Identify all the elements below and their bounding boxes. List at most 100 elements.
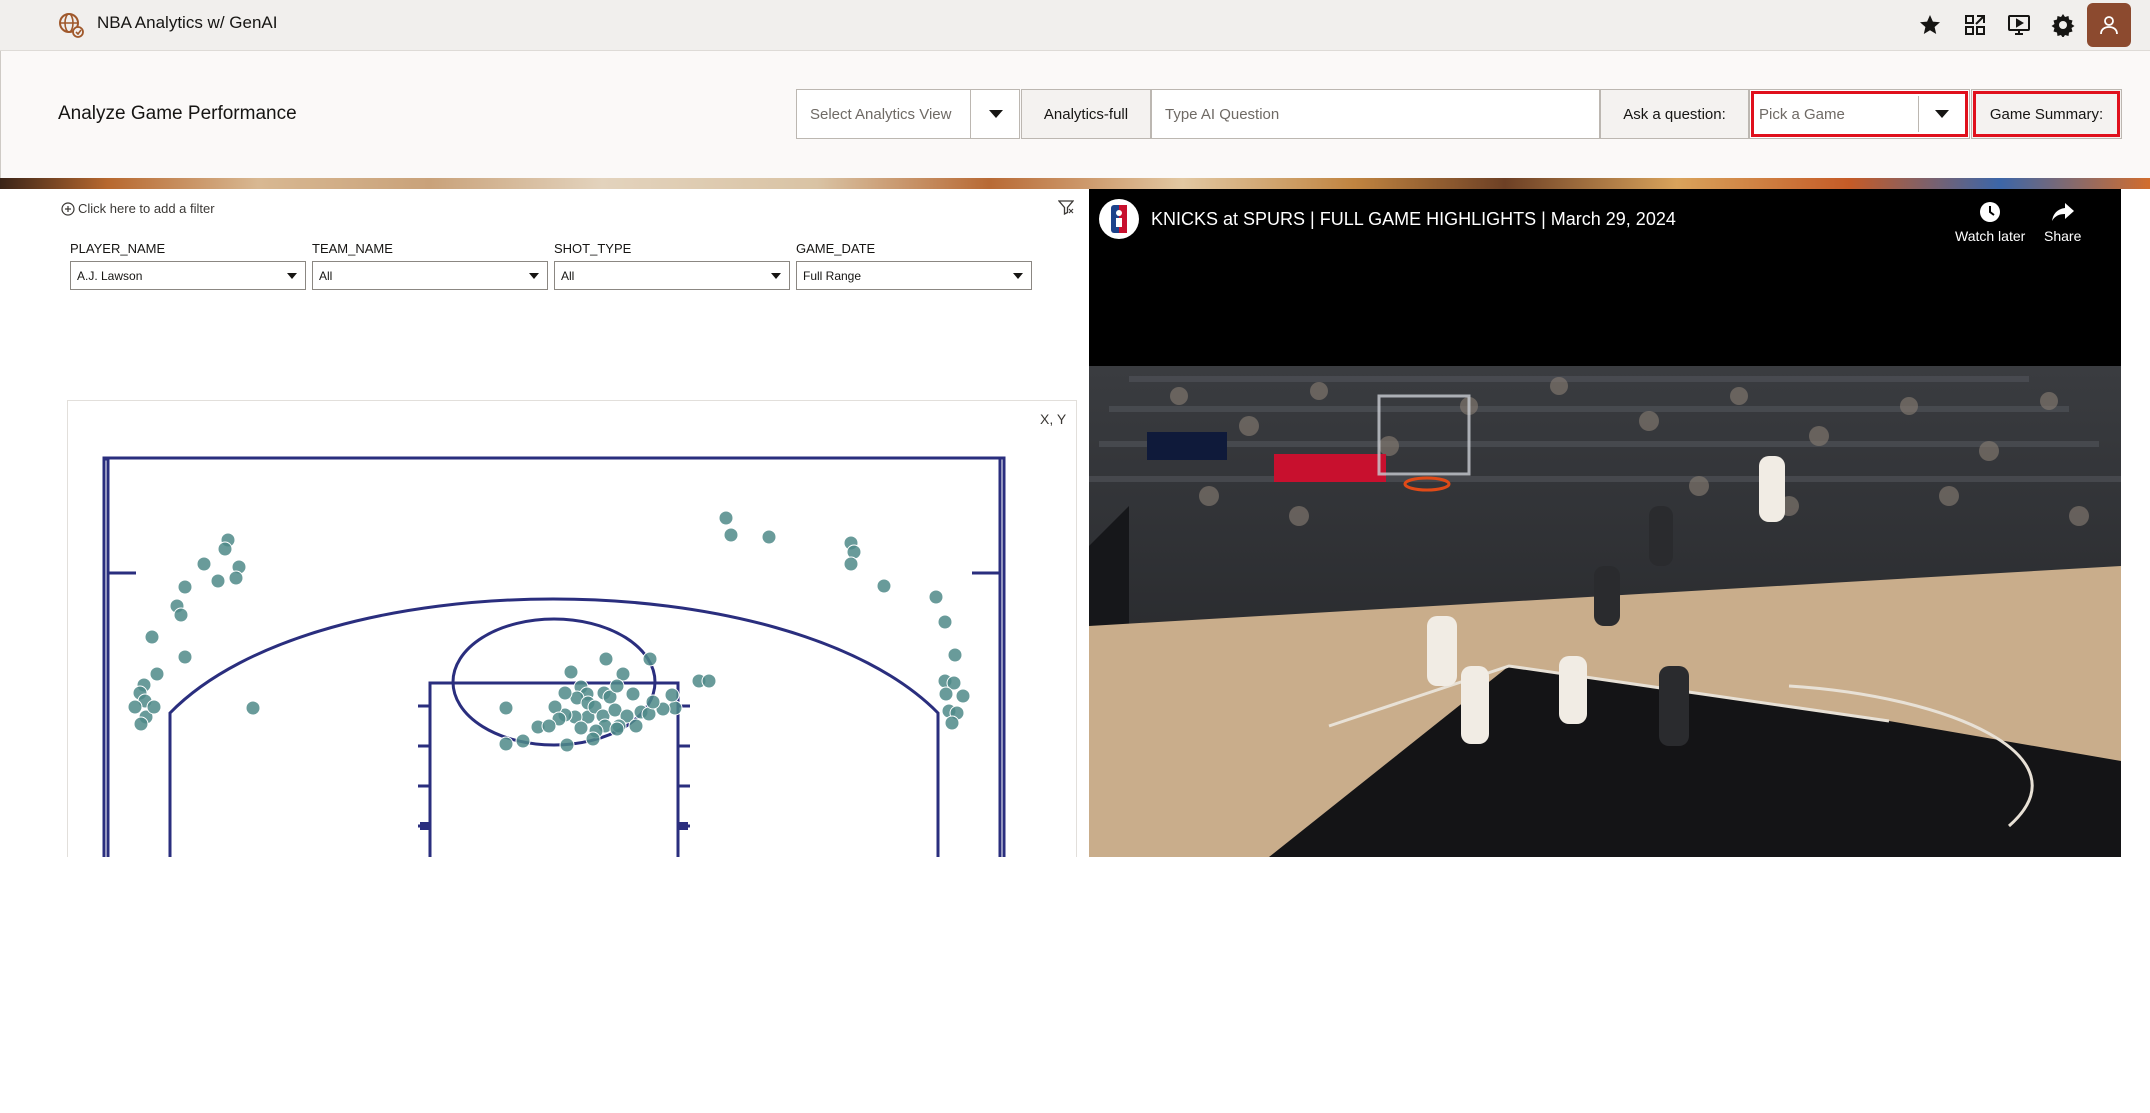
analytics-view-placeholder: Select Analytics View (810, 105, 952, 123)
analytics-view-select[interactable]: Select Analytics View (796, 89, 1020, 139)
user-avatar-button[interactable] (2087, 3, 2131, 47)
shot-chart[interactable] (67, 400, 1077, 857)
game-date-select[interactable]: Full Range (796, 261, 1032, 290)
game-summary-button[interactable]: Game Summary: (1971, 89, 2122, 139)
shot-point[interactable] (573, 720, 589, 736)
shot-point[interactable] (557, 685, 573, 701)
shot-point[interactable] (217, 541, 233, 557)
video-player[interactable]: KNICKS at SPURS | FULL GAME HIGHLIGHTS |… (1089, 189, 2121, 857)
court-lines (102, 456, 1006, 857)
shot-point[interactable] (133, 716, 149, 732)
share-button[interactable]: Share (2044, 201, 2081, 244)
decorative-banner (0, 178, 2150, 189)
shot-point[interactable] (228, 570, 244, 586)
chevron-down-icon (771, 273, 781, 279)
shot-point[interactable] (144, 629, 160, 645)
page-header: Analyze Game Performance Select Analytic… (0, 51, 2150, 178)
chevron-down-icon (989, 110, 1003, 118)
shot-point[interactable] (718, 510, 734, 526)
video-title[interactable]: KNICKS at SPURS | FULL GAME HIGHLIGHTS |… (1151, 209, 1676, 230)
gear-icon[interactable] (2049, 11, 2077, 39)
shot-point[interactable] (541, 718, 557, 734)
video-frame-image (1089, 366, 2121, 857)
shot-point[interactable] (928, 589, 944, 605)
shot-point[interactable] (947, 647, 963, 663)
shot-point[interactable] (843, 556, 859, 572)
shot-point[interactable] (664, 687, 680, 703)
pick-game-placeholder: Pick a Game (1759, 105, 1845, 123)
shot-point[interactable] (645, 694, 661, 710)
shot-point[interactable] (938, 686, 954, 702)
ask-question-button[interactable]: Ask a question: (1600, 89, 1749, 139)
shot-point[interactable] (609, 721, 625, 737)
pick-game-select[interactable]: Pick a Game (1749, 89, 1970, 139)
prompt-label-team-name: TEAM_NAME (312, 241, 393, 256)
ask-question-label: Ask a question: (1623, 105, 1726, 123)
globe-app-icon[interactable] (57, 11, 85, 39)
shot-point[interactable] (149, 666, 165, 682)
analytics-panel: Click here to add a filter PLAYER_NAME A… (57, 189, 1087, 857)
shot-point[interactable] (642, 651, 658, 667)
video-header: KNICKS at SPURS | FULL GAME HIGHLIGHTS |… (1089, 189, 2121, 366)
clock-icon (1980, 202, 2001, 222)
team-name-value: All (319, 268, 333, 283)
shot-point[interactable] (944, 715, 960, 731)
shot-type-value: All (561, 268, 575, 283)
share-network-icon[interactable] (1961, 11, 1989, 39)
shot-point[interactable] (210, 573, 226, 589)
shot-point[interactable] (498, 700, 514, 716)
game-summary-label: Game Summary: (1989, 105, 2104, 123)
shot-point[interactable] (701, 673, 717, 689)
page-title: Analyze Game Performance (58, 103, 297, 124)
share-label: Share (2044, 228, 2082, 244)
team-name-select[interactable]: All (312, 261, 548, 290)
shot-point[interactable] (585, 731, 601, 747)
analytics-full-label: Analytics-full (1043, 105, 1129, 123)
shot-point[interactable] (876, 578, 892, 594)
shot-point[interactable] (196, 556, 212, 572)
shot-point[interactable] (625, 686, 641, 702)
top-app-bar: NBA Analytics w/ GenAI (0, 0, 2150, 51)
select-divider (1918, 96, 1919, 132)
prompt-label-shot-type: SHOT_TYPE (554, 241, 632, 256)
share-arrow-icon (2051, 203, 2074, 221)
filter-bar: Click here to add a filter (57, 189, 1087, 229)
ai-question-input[interactable]: Type AI Question (1151, 89, 1600, 139)
shot-point[interactable] (598, 651, 614, 667)
add-filter-link[interactable]: Click here to add a filter (61, 201, 215, 216)
filter-icon[interactable] (1057, 199, 1075, 220)
watch-later-button[interactable]: Watch later (1955, 201, 2025, 244)
shot-point[interactable] (723, 527, 739, 543)
prompt-label-game-date: GAME_DATE (796, 241, 876, 256)
shot-point[interactable] (515, 733, 531, 749)
shot-point[interactable] (937, 614, 953, 630)
add-circle-icon (61, 201, 75, 216)
prompt-label-player-name: PLAYER_NAME (70, 241, 166, 256)
player-name-value: A.J. Lawson (77, 268, 143, 283)
chevron-down-icon (1935, 110, 1949, 118)
shot-point[interactable] (955, 688, 971, 704)
shot-point[interactable] (563, 664, 579, 680)
nba-channel-icon[interactable] (1099, 199, 1139, 239)
shot-type-select[interactable]: All (554, 261, 790, 290)
app-title: NBA Analytics w/ GenAI (97, 13, 278, 32)
ai-question-placeholder: Type AI Question (1165, 105, 1280, 123)
shot-point[interactable] (628, 718, 644, 734)
shot-point[interactable] (761, 529, 777, 545)
shot-point[interactable] (245, 700, 261, 716)
shot-point[interactable] (127, 699, 143, 715)
shot-points (127, 510, 971, 753)
shot-point[interactable] (173, 607, 189, 623)
star-icon[interactable] (1916, 11, 1944, 39)
player-name-select[interactable]: A.J. Lawson (70, 261, 306, 290)
select-divider (970, 90, 971, 138)
shot-point[interactable] (177, 579, 193, 595)
user-icon (2100, 16, 2118, 35)
shot-point[interactable] (609, 678, 625, 694)
present-icon[interactable] (2005, 11, 2033, 39)
shot-point[interactable] (146, 699, 162, 715)
shot-point[interactable] (559, 737, 575, 753)
shot-point[interactable] (498, 736, 514, 752)
analytics-full-button[interactable]: Analytics-full (1021, 89, 1151, 139)
shot-point[interactable] (177, 649, 193, 665)
